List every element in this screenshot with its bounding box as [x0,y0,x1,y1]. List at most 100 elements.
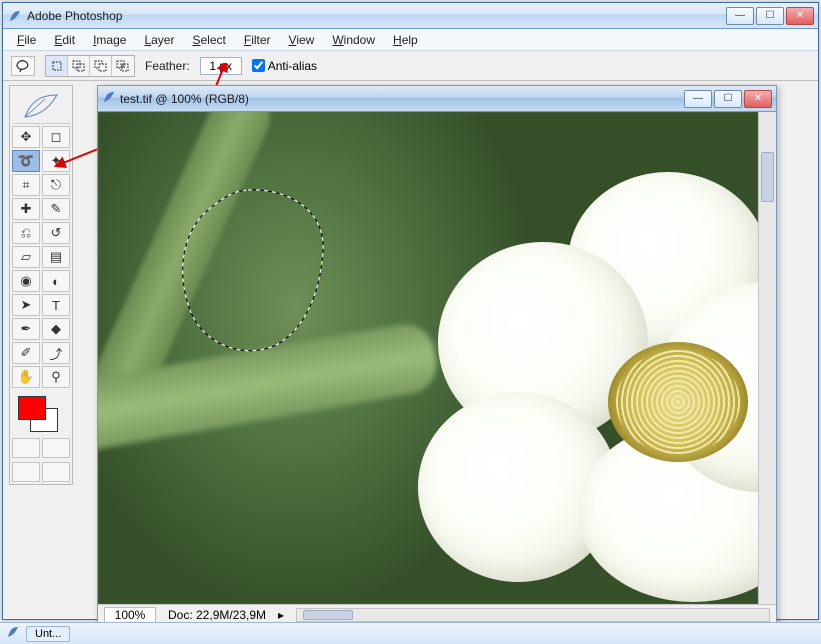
tool-type[interactable]: T [42,294,70,316]
document-icon [102,90,116,107]
brush-icon: ✎ [51,201,62,217]
menu-select[interactable]: Select [184,31,233,49]
tool-eraser[interactable]: ▱ [12,246,40,268]
tool-options-bar: Feather: Anti-alias [3,51,818,81]
foreground-color-swatch[interactable] [18,396,46,420]
pen-icon: ✒ [21,321,32,337]
lasso-icon: ➰ [18,153,34,169]
notes-icon: ✐ [21,345,32,361]
selection-add-button[interactable] [68,56,90,76]
tool-hand[interactable]: ✋ [12,366,40,388]
antialias-check-input[interactable] [252,59,265,72]
doc-minimize-button[interactable]: — [684,90,712,108]
tool-healing[interactable]: ✚ [12,198,40,220]
selection-subtract-button[interactable] [90,56,112,76]
lasso-selection-marquee [178,182,338,357]
move-icon: ✥ [21,129,32,145]
screen-mode-row-2 [12,462,70,482]
blur-icon: ◉ [20,273,31,289]
antialias-label: Anti-alias [268,59,317,73]
tools-palette[interactable]: ✥ ◻ ➰ ✦ ⌗ ⎋ ✚ ✎ ⎌ ↺ ▱ ▤ ◉ ◐ ➤ T ✒ ◆ ✐ ⤴ ✋ ⚲ [9,85,73,485]
zoom-level-input[interactable]: 100% [104,607,156,623]
menu-layer[interactable]: Layer [136,31,182,49]
menu-edit[interactable]: Edit [46,31,83,49]
tool-grid: ✥ ◻ ➰ ✦ ⌗ ⎋ ✚ ✎ ⎌ ↺ ▱ ▤ ◉ ◐ ➤ T ✒ ◆ ✐ ⤴ ✋ ⚲ [12,126,70,388]
taskbar-app-icon [6,625,20,642]
document-content [98,112,776,604]
selection-new-button[interactable] [46,56,68,76]
tool-blur[interactable]: ◉ [12,270,40,292]
color-swatches [12,394,70,434]
antialias-checkbox[interactable]: Anti-alias [252,59,317,73]
current-tool-icon[interactable] [11,56,35,76]
photoshop-feather-icon [12,88,70,124]
quickmask-standard-button[interactable] [12,438,40,458]
menu-filter[interactable]: Filter [236,31,279,49]
document-window[interactable]: test.tif @ 100% (RGB/8) — ☐ ✕ [97,85,777,625]
tool-crop[interactable]: ⌗ [12,174,40,196]
horizontal-scrollbar[interactable] [296,608,770,622]
tool-shape[interactable]: ◆ [42,318,70,340]
gradient-icon: ▤ [50,249,62,265]
clone-icon: ⎌ [21,225,31,241]
tool-brush[interactable]: ✎ [42,198,70,220]
taskbar: Unt... [0,622,821,644]
document-titlebar[interactable]: test.tif @ 100% (RGB/8) — ☐ ✕ [98,86,776,112]
screen-mode-button[interactable] [12,462,40,482]
tool-notes[interactable]: ✐ [12,342,40,364]
slice-icon: ⎋ [51,177,61,193]
tool-dodge[interactable]: ◐ [42,270,70,292]
dodge-icon: ◐ [52,274,60,289]
doc-maximize-button[interactable]: ☐ [714,90,742,108]
tool-clone[interactable]: ⎌ [12,222,40,244]
horizontal-scrollbar-thumb[interactable] [303,610,353,620]
minimize-button[interactable]: — [726,7,754,25]
app-title: Adobe Photoshop [27,9,726,23]
tool-path-select[interactable]: ➤ [12,294,40,316]
doc-close-button[interactable]: ✕ [744,90,772,108]
menubar: FileEditImageLayerSelectFilterViewWindow… [3,29,818,51]
hand-icon: ✋ [18,369,34,385]
jump-to-button[interactable] [42,462,70,482]
selection-intersect-button[interactable] [112,56,134,76]
history-brush-icon: ↺ [51,225,62,241]
menu-view[interactable]: View [281,31,323,49]
feather-input[interactable] [200,57,242,75]
selection-mode-group [45,55,135,77]
type-icon: T [52,298,60,313]
tool-slice[interactable]: ⎋ [42,174,70,196]
vertical-scrollbar-thumb[interactable] [761,152,774,202]
tool-move[interactable]: ✥ [12,126,40,148]
tool-history-brush[interactable]: ↺ [42,222,70,244]
canvas[interactable] [98,112,758,604]
statusbar-menu-icon[interactable]: ▸ [278,608,284,622]
tool-magic-wand[interactable]: ✦ [42,150,70,172]
menu-file[interactable]: File [9,31,44,49]
maximize-button[interactable]: ☐ [756,7,784,25]
zoom-icon: ⚲ [51,369,61,385]
screen-mode-row [12,438,70,458]
tool-pen[interactable]: ✒ [12,318,40,340]
magic-wand-icon: ✦ [51,153,62,169]
menu-help[interactable]: Help [385,31,426,49]
eyedropper-icon: ⤴ [49,344,62,363]
main-window-controls: — ☐ ✕ [726,7,814,25]
tool-lasso[interactable]: ➰ [12,150,40,172]
main-titlebar[interactable]: Adobe Photoshop — ☐ ✕ [3,3,818,29]
document-statusbar: 100% Doc: 22,9M/23,9M ▸ [98,604,776,624]
tool-zoom[interactable]: ⚲ [42,366,70,388]
path-select-icon: ➤ [21,297,32,313]
vertical-scrollbar[interactable] [758,112,776,604]
tool-gradient[interactable]: ▤ [42,246,70,268]
tool-rect-marquee[interactable]: ◻ [42,126,70,148]
shape-icon: ◆ [51,321,61,337]
eraser-icon: ▱ [21,249,31,265]
tool-eyedropper[interactable]: ⤴ [42,342,70,364]
doc-window-controls: — ☐ ✕ [684,90,772,108]
menu-window[interactable]: Window [324,31,383,49]
quickmask-button[interactable] [42,438,70,458]
close-button[interactable]: ✕ [786,7,814,25]
taskbar-item[interactable]: Unt... [26,626,70,642]
menu-image[interactable]: Image [85,31,134,49]
crop-icon: ⌗ [22,177,29,193]
